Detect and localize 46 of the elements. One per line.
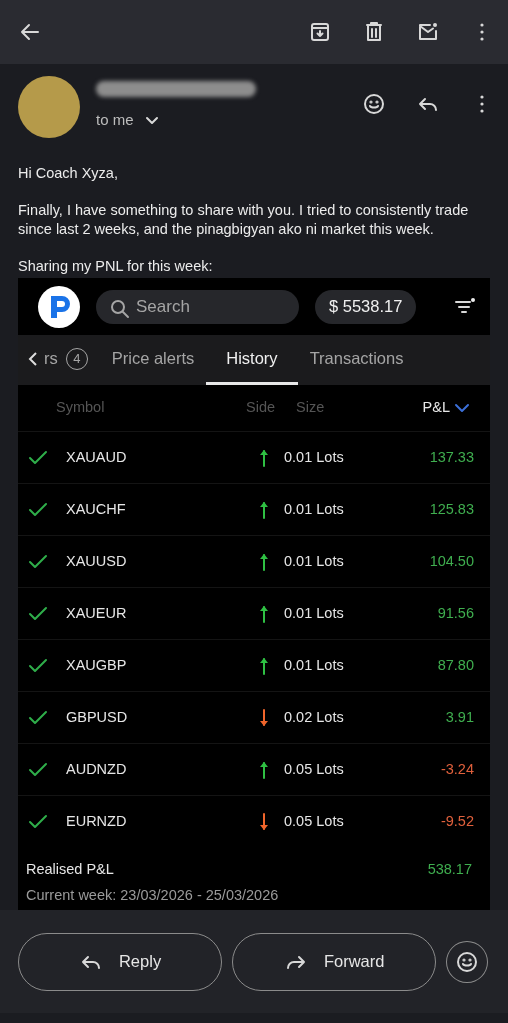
symbol-cell-text: XAUEUR <box>66 603 128 623</box>
symbol-cell-text: XAUUSD <box>66 551 128 571</box>
tab[interactable]: Transactions <box>297 335 416 385</box>
size-cell-text: 0.01 Lots <box>284 447 345 467</box>
symbol-cell-text: XAUGBP <box>66 655 128 675</box>
pnl-cell-text: 91.56 <box>437 603 474 623</box>
size-cell-text: 0.02 Lots <box>284 707 345 727</box>
pnl-cell-text: 3.91 <box>445 707 474 727</box>
pnl-cell-text: 125.83 <box>429 499 474 519</box>
size-cell-text: 0.01 Lots <box>284 499 345 519</box>
tab[interactable]: rs 4 <box>18 335 100 385</box>
period-text: Current week: 23/03/2026 - 25/03/2026 <box>26 885 280 905</box>
summary-value: 538.17 <box>427 860 472 879</box>
size-cell-text: 0.05 Lots <box>284 759 345 779</box>
message-text: Hi Coach Xyza, <box>18 164 119 183</box>
column-header: Side <box>246 398 277 418</box>
pnl-cell-text: 104.50 <box>429 551 474 571</box>
column-header: Size <box>296 398 326 418</box>
size-cell-text: 0.01 Lots <box>284 655 345 675</box>
size-cell-text: 0.05 Lots <box>284 811 345 831</box>
app-logo <box>38 285 80 328</box>
symbol-cell-text: XAUCHF <box>66 499 127 519</box>
message-text: Finally, I have something to share with you. I tried to consistently trade since last 2 weeks, and the pinagbigyan ako ni market this week. <box>18 201 470 239</box>
symbol-cell-text: AUDNZD <box>66 759 128 779</box>
symbol-cell-text: GBPUSD <box>66 707 129 727</box>
size-cell-text: 0.01 Lots <box>284 603 345 623</box>
pnl-cell-text: 87.80 <box>437 655 474 675</box>
archive-icon[interactable] <box>308 20 332 44</box>
summary-label: Realised P&L <box>26 860 114 879</box>
symbol-cell-text: EURNZD <box>66 811 128 831</box>
recipient-link[interactable]: to me <box>96 108 134 132</box>
symbol-cell-text: XAUAUD <box>66 447 128 467</box>
message-text: Sharing my PNL for this week: <box>18 257 214 276</box>
emoji-icon <box>455 949 480 974</box>
chevron-left-icon[interactable] <box>26 349 40 368</box>
pnl-cell-text: -3.24 <box>440 759 474 779</box>
pnl-cell-text: 137.33 <box>429 447 474 467</box>
size-cell-text: 0.01 Lots <box>284 551 345 571</box>
emoji-icon[interactable] <box>362 92 386 116</box>
column-header: Symbol <box>56 398 106 418</box>
pnl-cell-text: -9.52 <box>440 811 474 831</box>
column-header: P&L <box>422 398 450 418</box>
search-field[interactable]: Search <box>96 289 299 324</box>
tab[interactable]: History <box>206 335 298 385</box>
balance-button[interactable]: $ 5538.17 <box>315 289 417 324</box>
tab[interactable]: Price alerts <box>99 335 207 385</box>
